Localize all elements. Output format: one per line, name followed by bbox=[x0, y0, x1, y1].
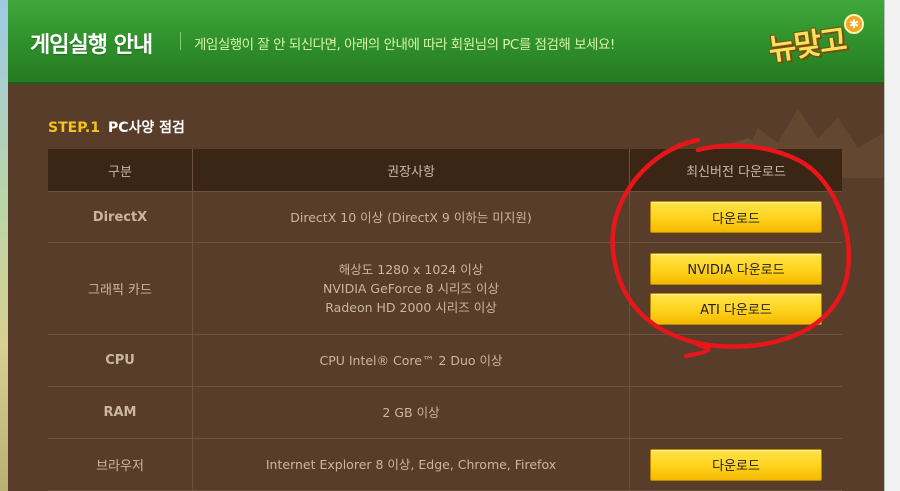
ati-download-button[interactable]: ATI 다운로드 bbox=[650, 292, 822, 325]
header-bar: 게임실행 안내 게임실행이 잘 안 되신다면, 아래의 안내에 따라 회원님의 … bbox=[8, 0, 884, 84]
table-row-ram: RAM 2 GB 이상 bbox=[48, 387, 842, 439]
table-row-graphics-card: 그래픽 카드 해상도 1280 x 1024 이상 NVIDIA GeForce… bbox=[48, 243, 842, 335]
step-title: PC사양 점검 bbox=[107, 120, 185, 136]
newmatgo-logo: 뉴맞고 ✱ bbox=[766, 14, 868, 69]
logo-wordmark: 뉴맞고 bbox=[766, 22, 848, 69]
step-number: STEP.1 bbox=[48, 120, 100, 136]
window-scrollbar[interactable] bbox=[884, 0, 900, 491]
recommendation-line: NVIDIA GeForce 8 시리즈 이상 bbox=[323, 281, 499, 296]
row-recommendation: 2 GB 이상 bbox=[193, 387, 630, 438]
row-download-cell: 다운로드 bbox=[630, 439, 842, 490]
row-download-cell bbox=[630, 387, 842, 438]
game-launch-guide-window: 게임실행 안내 게임실행이 잘 안 되신다면, 아래의 안내에 따라 회원님의 … bbox=[8, 0, 884, 491]
row-download-cell bbox=[630, 335, 842, 386]
row-download-cell: NVIDIA 다운로드 ATI 다운로드 bbox=[630, 243, 842, 334]
header-subtitle: 게임실행이 잘 안 되신다면, 아래의 안내에 따라 회원님의 PC를 점검해 … bbox=[194, 37, 615, 53]
row-recommendation: Internet Explorer 8 이상, Edge, Chrome, Fi… bbox=[193, 439, 630, 490]
row-recommendation: CPU Intel® Core™ 2 Duo 이상 bbox=[193, 335, 630, 386]
table-header: 구분 권장사항 최신버전 다운로드 bbox=[48, 149, 842, 192]
table-row-browser: 브라우저 Internet Explorer 8 이상, Edge, Chrom… bbox=[48, 439, 842, 491]
directx-download-button[interactable]: 다운로드 bbox=[650, 201, 822, 233]
row-label: CPU bbox=[48, 335, 193, 386]
step-heading: STEP.1 PC사양 점검 bbox=[48, 117, 185, 137]
header-category: 구분 bbox=[48, 149, 193, 191]
row-label: 그래픽 카드 bbox=[48, 243, 193, 334]
desktop-edge bbox=[0, 0, 8, 491]
row-recommendation: DirectX 10 이상 (DirectX 9 이하는 미지원) bbox=[193, 192, 630, 242]
browser-download-button[interactable]: 다운로드 bbox=[650, 448, 822, 481]
recommendation-line: 2 GB 이상 bbox=[382, 405, 440, 420]
row-label: RAM bbox=[48, 387, 193, 438]
recommendation-line: Internet Explorer 8 이상, Edge, Chrome, Fi… bbox=[265, 457, 557, 472]
recommendation-line: DirectX 10 이상 (DirectX 9 이하는 미지원) bbox=[290, 209, 532, 225]
nvidia-download-button[interactable]: NVIDIA 다운로드 bbox=[650, 252, 822, 285]
recommendation-line: Radeon HD 2000 시리즈 이상 bbox=[325, 300, 497, 315]
row-download-cell: 다운로드 bbox=[630, 192, 842, 242]
row-label: DirectX bbox=[48, 192, 193, 242]
pc-spec-table: 구분 권장사항 최신버전 다운로드 DirectX DirectX 10 이상 … bbox=[48, 149, 842, 491]
recommendation-line: 해상도 1280 x 1024 이상 bbox=[338, 262, 484, 277]
header-recommendation: 권장사항 bbox=[193, 149, 630, 191]
page-title: 게임실행 안내 bbox=[30, 33, 153, 58]
logo-star-icon: ✱ bbox=[844, 14, 864, 34]
header-divider bbox=[180, 32, 181, 50]
row-label: 브라우저 bbox=[48, 439, 193, 490]
table-row-cpu: CPU CPU Intel® Core™ 2 Duo 이상 bbox=[48, 335, 842, 387]
recommendation-line: CPU Intel® Core™ 2 Duo 이상 bbox=[319, 353, 503, 368]
header-download: 최신버전 다운로드 bbox=[686, 164, 786, 180]
table-row-directx: DirectX DirectX 10 이상 (DirectX 9 이하는 미지원… bbox=[48, 192, 842, 243]
row-recommendation: 해상도 1280 x 1024 이상 NVIDIA GeForce 8 시리즈 … bbox=[193, 243, 630, 334]
